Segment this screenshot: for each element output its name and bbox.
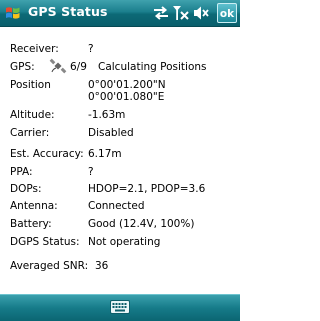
softkey-bar <box>0 294 240 321</box>
carrier-label: Carrier: <box>10 127 50 139</box>
title-bar: GPS Status ok <box>0 0 240 27</box>
gps-satellite-count: 6/9 <box>70 61 87 73</box>
window-title: GPS Status <box>28 4 108 19</box>
battery-value: Good (12.4V, 100%) <box>88 218 195 230</box>
accuracy-label: Est. Accuracy: <box>10 148 84 160</box>
position-latitude: 0°00'01.200"N <box>88 79 166 91</box>
antenna-label: Antenna: <box>10 200 58 212</box>
altitude-value: -1.63m <box>88 109 126 121</box>
snr-value: 36 <box>95 260 109 272</box>
snr-label: Averaged SNR: <box>10 260 89 272</box>
ok-button[interactable]: ok <box>217 3 237 23</box>
sync-icon[interactable] <box>152 4 170 22</box>
receiver-label: Receiver: <box>10 43 59 55</box>
altitude-label: Altitude: <box>10 109 55 121</box>
signal-off-icon[interactable] <box>172 4 190 22</box>
carrier-value: Disabled <box>88 127 134 139</box>
dgps-label: DGPS Status: <box>10 236 80 248</box>
ppa-label: PPA: <box>10 166 33 178</box>
position-longitude: 0°00'01.080"E <box>88 91 165 103</box>
position-label: Position <box>10 79 51 91</box>
gps-label: GPS: <box>10 61 35 73</box>
dops-value: HDOP=2.1, PDOP=3.6 <box>88 183 206 195</box>
ppa-value: ? <box>88 166 94 178</box>
accuracy-value: 6.17m <box>88 148 122 160</box>
battery-label: Battery: <box>10 218 52 230</box>
volume-muted-icon[interactable] <box>192 4 210 22</box>
gps-value: Calculating Positions <box>98 61 207 73</box>
windows-start-icon[interactable] <box>3 3 23 23</box>
antenna-value: Connected <box>88 200 145 212</box>
dops-label: DOPs: <box>10 183 42 195</box>
dgps-value: Not operating <box>88 236 161 248</box>
satellite-icon <box>49 58 67 74</box>
keyboard-icon[interactable] <box>110 299 130 315</box>
receiver-value: ? <box>88 43 94 55</box>
